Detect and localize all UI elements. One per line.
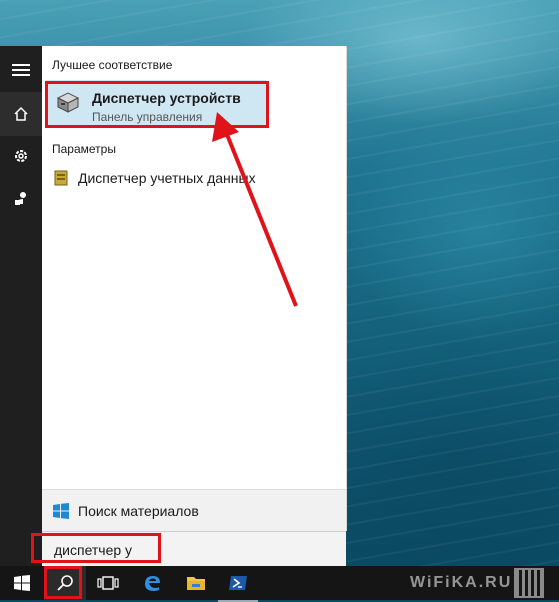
annotation-arrow — [212, 112, 298, 307]
